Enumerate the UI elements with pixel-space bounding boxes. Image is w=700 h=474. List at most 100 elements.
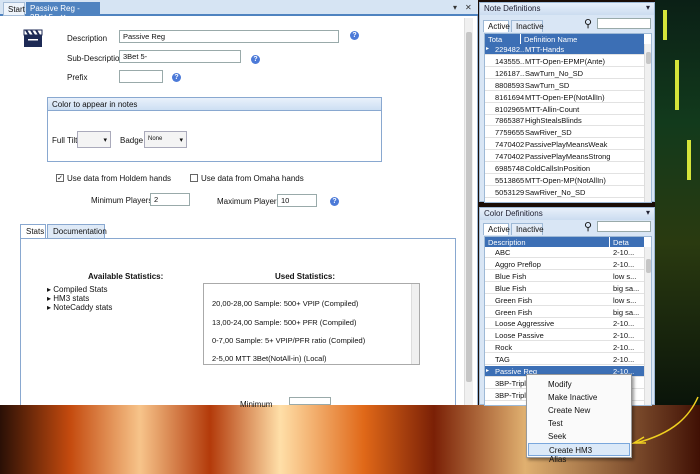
close-icon[interactable]: ✕ bbox=[60, 13, 67, 22]
table-row[interactable]: Aggro Preflop 2-10... bbox=[485, 259, 644, 270]
fulltilt-dropdown[interactable]: ▾ bbox=[77, 131, 111, 148]
tab-list-icon[interactable]: ▾ bbox=[453, 3, 457, 12]
tree-item[interactable]: ▸ NoteCaddy stats bbox=[47, 303, 112, 312]
search-icon[interactable]: ⚲ bbox=[584, 17, 592, 30]
max-players-input[interactable]: 10 bbox=[277, 194, 317, 207]
menu-item-create-new[interactable]: Create New bbox=[528, 404, 630, 417]
table-row[interactable]: 8161694 MTT-Open-EP(NotAllIn) bbox=[485, 92, 644, 103]
close-icon[interactable]: ✕ bbox=[465, 3, 472, 12]
table-cell: PassivePlayMeansWeak bbox=[525, 140, 608, 150]
column-header[interactable]: Description bbox=[485, 237, 609, 247]
table-cell: 7470402 bbox=[495, 152, 525, 162]
table-row[interactable]: 7470402 PassivePlayMeansWeak bbox=[485, 139, 644, 151]
table-row[interactable]: Rock 2-10... bbox=[485, 342, 644, 354]
table-row[interactable]: Loose Passive 2-10... bbox=[485, 330, 644, 342]
tab-active[interactable]: Active bbox=[483, 223, 510, 235]
holdem-checkbox[interactable]: ✓ bbox=[56, 174, 64, 182]
table-cell: MTT-Open-EPMP(Ante) bbox=[525, 56, 606, 66]
table-cell: 229482... bbox=[495, 45, 525, 54]
list-item[interactable]: 0-7,00 Sample: 5+ VPIP/PFR ratio (Compil… bbox=[212, 336, 365, 345]
grid-scrollbar[interactable] bbox=[644, 247, 651, 405]
tab-label: Passive Reg - 3Bet 5- bbox=[30, 4, 80, 22]
table-row[interactable]: ▸ 229482... MTT-Hands bbox=[485, 44, 644, 55]
column-header[interactable]: Deta bbox=[610, 237, 644, 247]
scrollbar-thumb[interactable] bbox=[646, 52, 651, 64]
help-icon[interactable]: ? bbox=[350, 31, 359, 40]
table-row[interactable]: ABC 2-10... bbox=[485, 247, 644, 258]
table-cell: 2-10... bbox=[613, 248, 635, 257]
panel-title-text: Note Definitions bbox=[484, 4, 541, 13]
tab-start[interactable]: Start bbox=[3, 2, 25, 16]
help-icon[interactable]: ? bbox=[251, 55, 260, 64]
table-cell: 5053129 bbox=[495, 187, 525, 197]
table-row[interactable]: 8808593 SawTurn_SD bbox=[485, 80, 644, 91]
table-cell: MTT-Allin-Count bbox=[525, 104, 580, 114]
menu-item-create-hm3-alias[interactable]: Create HM3 Alias bbox=[528, 443, 630, 464]
list-item[interactable]: 20,00-28,00 Sample: 500+ VPIP (Compiled) bbox=[212, 299, 358, 308]
table-row[interactable]: 126187... SawTurn_No_SD bbox=[485, 68, 644, 79]
table-cell: 2-10... bbox=[613, 319, 635, 329]
main-scrollbar[interactable] bbox=[464, 18, 473, 405]
tab-passive-reg[interactable]: Passive Reg - 3Bet 5- ✕ bbox=[26, 2, 100, 22]
used-list-scrollbar[interactable] bbox=[411, 284, 419, 364]
table-row[interactable]: Blue Fish big sa... bbox=[485, 283, 644, 294]
table-row[interactable]: 7470402 PassivePlayMeansStrong bbox=[485, 151, 644, 163]
search-input[interactable] bbox=[597, 18, 651, 29]
table-row[interactable]: Green Fish big sa... bbox=[485, 307, 644, 318]
help-icon[interactable]: ? bbox=[330, 197, 339, 206]
used-stats-list[interactable]: 20,00-28,00 Sample: 500+ VPIP (Compiled)… bbox=[203, 283, 420, 365]
table-cell: HighStealsBlinds bbox=[525, 116, 582, 126]
table-row[interactable]: 5513865 MTT-Open-MP(NotAllIn) bbox=[485, 175, 644, 186]
omaha-checkbox[interactable] bbox=[190, 174, 198, 182]
menu-item-make-inactive[interactable]: Make Inactive bbox=[528, 391, 630, 404]
badge-dropdown[interactable]: None ▾ bbox=[144, 131, 187, 148]
tab-active[interactable]: Active bbox=[483, 20, 510, 32]
prefix-input[interactable] bbox=[119, 70, 163, 83]
search-input[interactable] bbox=[597, 221, 651, 232]
table-row[interactable]: 143555... MTT-Open-EPMP(Ante) bbox=[485, 56, 644, 67]
min-players-input[interactable]: 2 bbox=[150, 193, 190, 206]
table-row[interactable]: TAG 2-10... bbox=[485, 354, 644, 366]
list-item[interactable]: 13,00-24,00 Sample: 500+ PFR (Compiled) bbox=[212, 318, 356, 327]
table-row[interactable]: 5053129 SawRiver_No_SD bbox=[485, 187, 644, 198]
table-row[interactable]: Green Fish low s... bbox=[485, 295, 644, 306]
minimum-input[interactable] bbox=[289, 397, 331, 405]
pin-icon[interactable]: ▾ bbox=[646, 3, 650, 12]
help-icon[interactable]: ? bbox=[172, 73, 181, 82]
table-row[interactable]: 7759655 SawRiver_SD bbox=[485, 127, 644, 139]
tree-item[interactable]: ▸ Compiled Stats bbox=[47, 285, 108, 294]
menu-item-test[interactable]: Test bbox=[528, 417, 630, 430]
table-row[interactable]: Blue Fish low s... bbox=[485, 271, 644, 282]
scrollbar-thumb[interactable] bbox=[646, 259, 651, 273]
subdescription-input[interactable]: 3Bet 5- bbox=[119, 50, 241, 63]
table-row[interactable]: 7865387 HighStealsBlinds bbox=[485, 115, 644, 127]
table-row[interactable]: 8102965 MTT-Allin-Count bbox=[485, 104, 644, 115]
table-row[interactable]: Loose Aggressive 2-10... bbox=[485, 318, 644, 330]
tab-documentation[interactable]: Documentation bbox=[47, 224, 107, 238]
list-item[interactable]: 2-5,00 MTT 3Bet(NotAll-in) (Local) bbox=[212, 354, 326, 363]
menu-item-seek[interactable]: Seek bbox=[528, 430, 630, 443]
description-input[interactable]: Passive Reg bbox=[119, 30, 339, 43]
table-cell: 126187... bbox=[495, 68, 525, 78]
menu-item-modify[interactable]: Modify bbox=[528, 378, 630, 391]
grid-scrollbar[interactable] bbox=[644, 44, 651, 202]
note-definitions-panel: Note Definitions ▾ Active Inactive ⚲ Tota… bbox=[479, 2, 655, 203]
strip-bar bbox=[687, 140, 691, 180]
table-cell: SawRiver_SD bbox=[525, 128, 572, 138]
available-stats-title: Available Statistics: bbox=[88, 272, 164, 281]
search-icon[interactable]: ⚲ bbox=[584, 220, 592, 233]
pin-icon[interactable]: ▾ bbox=[646, 208, 650, 217]
table-cell: 7759655 bbox=[495, 128, 525, 138]
table-row[interactable]: 6985748 ColdCallsInPosition bbox=[485, 163, 644, 174]
table-cell: Loose Aggressive bbox=[495, 319, 555, 329]
document-tabs: Start Passive Reg - 3Bet 5- ✕ ▾ ✕ bbox=[0, 0, 478, 22]
tab-stats[interactable]: Stats bbox=[20, 224, 46, 238]
tab-inactive[interactable]: Inactive bbox=[511, 20, 544, 32]
scrollbar-thumb[interactable] bbox=[466, 32, 472, 382]
column-header[interactable]: Definition Name bbox=[521, 34, 644, 44]
tree-item[interactable]: ▸ HM3 stats bbox=[47, 294, 89, 303]
table-cell: Green Fish bbox=[495, 307, 533, 317]
column-header[interactable]: Tota bbox=[485, 34, 520, 44]
tab-inactive[interactable]: Inactive bbox=[511, 223, 544, 235]
table-cell: ColdCallsInPosition bbox=[525, 164, 591, 173]
